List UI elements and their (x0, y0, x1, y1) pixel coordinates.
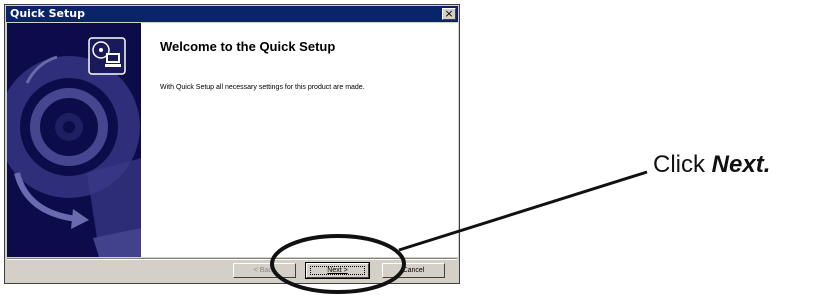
wizard-banner (7, 23, 141, 257)
callout-emphasis: Next. (711, 151, 771, 178)
callout-prefix: Click (653, 151, 712, 178)
cancel-button[interactable]: Cancel (382, 263, 445, 278)
welcome-description: With Quick Setup all necessary settings … (160, 84, 365, 91)
next-button[interactable]: Next > (305, 262, 370, 279)
quick-setup-dialog: Quick Setup × Welcome to the Quick Setup… (4, 4, 460, 284)
next-button-label: Next > (327, 267, 348, 274)
button-divider (7, 258, 457, 260)
wizard-content: Welcome to the Quick Setup With Quick Se… (141, 23, 458, 257)
close-icon: × (444, 7, 454, 20)
back-button[interactable]: < Back (233, 263, 296, 278)
banner-artwork (7, 23, 141, 257)
computer-illustration (87, 158, 141, 257)
window-title: Quick Setup (10, 7, 85, 20)
close-button[interactable]: × (442, 8, 456, 20)
instruction-callout: Click Next. (653, 151, 770, 179)
welcome-heading: Welcome to the Quick Setup (160, 39, 336, 54)
title-bar[interactable]: Quick Setup × (6, 6, 458, 22)
setup-computer-icon (88, 37, 126, 75)
